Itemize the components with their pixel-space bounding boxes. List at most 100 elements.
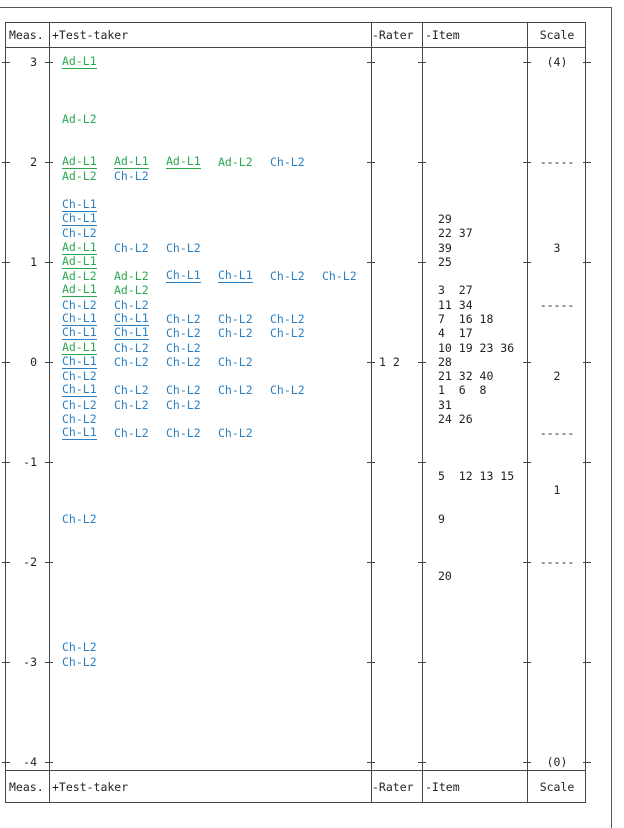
test-taker-label: Ad-L2 (62, 269, 97, 284)
test-taker-label: Ch-L2 (218, 326, 253, 341)
tick-mark (523, 661, 531, 663)
item-label: 39 (438, 240, 452, 255)
test-taker-label: Ch-L2 (166, 426, 201, 441)
tick-mark (2, 261, 10, 263)
test-taker-label: Ch-L2 (270, 383, 305, 398)
item-label: 24 26 (438, 412, 473, 426)
test-taker-label: Ch-L2 (166, 240, 201, 255)
tick-mark (418, 761, 426, 763)
test-taker-label: Ad-L1 (166, 153, 201, 169)
test-taker-label: Ad-L1 (62, 239, 97, 255)
test-taker-label: Ch-L2 (62, 226, 97, 241)
column-divider (371, 23, 372, 802)
test-taker-label: Ad-L1 (62, 282, 97, 298)
scale-label: 2 (553, 369, 561, 384)
tick-mark (367, 461, 375, 463)
item-label: 5 12 13 15 (438, 469, 515, 484)
tick-mark (367, 261, 375, 263)
tick-mark (418, 661, 426, 663)
header-test-taker: +Test-taker (52, 28, 129, 42)
footer-scale: Scale (539, 779, 575, 794)
tick-mark (45, 561, 53, 563)
test-taker-label: Ch-L1 (62, 211, 97, 227)
test-taker-label: Ch-L2 (270, 154, 305, 169)
tick-mark (2, 761, 10, 763)
test-taker-label: Ad-L2 (62, 112, 97, 127)
tick-mark (583, 661, 591, 663)
test-taker-label: Ad-L2 (114, 283, 149, 298)
footer-meas: Meas. (9, 779, 44, 794)
header-rater: -Rater (372, 28, 414, 42)
test-taker-label: Ch-L2 (270, 312, 305, 327)
scale-label: ----- (539, 554, 575, 569)
measure-label: 3 (30, 55, 37, 69)
tick-mark (418, 261, 426, 263)
header-row: Meas. +Test-taker -Rater -Item Scale (6, 23, 585, 48)
item-label: 25 (438, 254, 452, 269)
column-divider (527, 23, 528, 802)
test-taker-label: Ch-L2 (218, 312, 253, 327)
tick-mark (45, 361, 53, 363)
tick-mark (583, 361, 591, 363)
item-label: 3 27 (438, 283, 473, 298)
test-taker-label: Ch-L2 (114, 354, 149, 369)
test-taker-label: Ch-L1 (62, 196, 97, 212)
test-taker-label: Ch-L1 (62, 325, 97, 341)
tick-mark (2, 161, 10, 163)
tick-mark (367, 361, 375, 363)
test-taker-label: Ch-L1 (166, 268, 201, 284)
test-taker-label: Ch-L2 (270, 326, 305, 341)
test-taker-label: Ch-L2 (114, 297, 149, 312)
tick-mark (583, 461, 591, 463)
tick-mark (2, 62, 10, 63)
tick-mark (418, 161, 426, 163)
test-taker-label: Ch-L2 (62, 640, 97, 655)
footer-rater: -Rater (372, 779, 414, 794)
measure-label: 2 (30, 154, 37, 169)
test-taker-label: Ch-L2 (114, 169, 149, 184)
tick-mark (2, 361, 10, 363)
scale-label: 3 (553, 240, 561, 255)
test-taker-label: Ad-L1 (114, 153, 149, 169)
item-label: 29 (438, 212, 452, 227)
test-taker-label: Ad-L2 (62, 169, 97, 184)
footer-row: Meas. +Test-taker -Rater -Item Scale (6, 770, 585, 802)
tick-mark (367, 761, 375, 763)
column-divider (422, 23, 423, 802)
item-label: 4 17 (438, 326, 473, 341)
test-taker-label: Ch-L2 (322, 269, 357, 284)
test-taker-label: Ch-L2 (166, 397, 201, 412)
tick-mark (367, 161, 375, 163)
test-taker-label: Ch-L2 (166, 326, 201, 341)
item-label: 1 6 8 (438, 383, 487, 398)
measure-label: -3 (23, 654, 37, 669)
test-taker-label: Ch-L2 (114, 397, 149, 412)
tick-mark (2, 461, 10, 463)
item-label: 21 32 40 (438, 369, 494, 384)
footer-item: -Item (425, 779, 460, 794)
scale-label: ----- (539, 426, 575, 441)
test-taker-label: Ch-L2 (114, 240, 149, 255)
test-taker-label: Ad-L2 (114, 269, 149, 284)
measure-label: -1 (23, 454, 37, 469)
tick-mark (2, 561, 10, 563)
test-taker-label: Ad-L1 (62, 253, 97, 269)
measure-label: 0 (30, 354, 37, 369)
test-taker-label: Ch-L2 (166, 340, 201, 355)
tick-mark (523, 361, 531, 363)
test-taker-label: Ch-L2 (62, 412, 97, 426)
column-divider (49, 23, 50, 802)
test-taker-label: Ch-L1 (62, 382, 97, 398)
item-label: 28 (438, 354, 452, 369)
test-taker-label: Ch-L1 (62, 425, 97, 441)
wright-map-table: Meas. +Test-taker -Rater -Item Scale Mea… (2, 22, 591, 803)
test-taker-label: Ad-L1 (62, 153, 97, 169)
test-taker-label: Ch-L1 (62, 353, 97, 369)
test-taker-label: Ch-L2 (114, 426, 149, 441)
test-taker-label: Ad-L2 (218, 154, 253, 169)
test-taker-label: Ch-L2 (114, 340, 149, 355)
tick-mark (367, 661, 375, 663)
test-taker-label: Ch-L1 (114, 325, 149, 341)
tick-mark (45, 461, 53, 463)
item-label: 11 34 (438, 297, 473, 312)
